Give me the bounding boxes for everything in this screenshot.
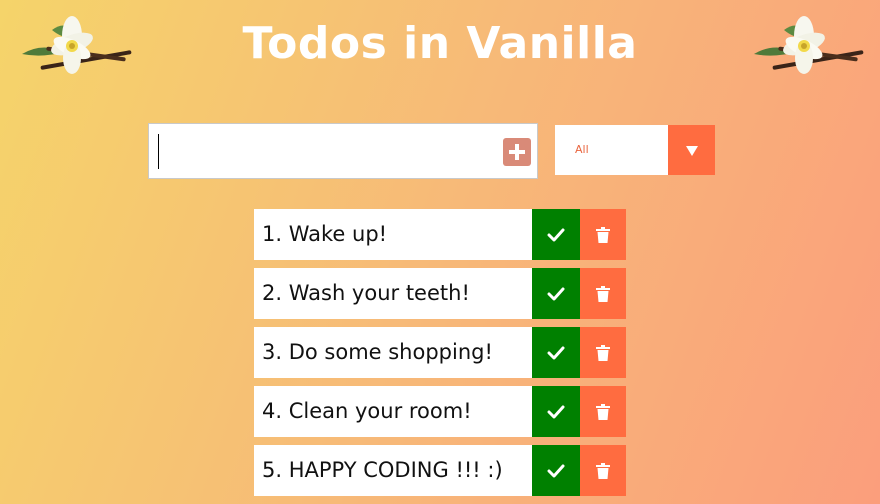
todo-text: 4. Clean your room! [254, 386, 532, 437]
text-cursor [158, 134, 159, 169]
todo-item: 3. Do some shopping! [254, 327, 626, 378]
todo-text: 3. Do some shopping! [254, 327, 532, 378]
page-title: Todos in Vanilla [242, 18, 638, 69]
todo-text: 1. Wake up! [254, 209, 532, 260]
complete-button[interactable] [532, 327, 580, 378]
todo-text: 2. Wash your teeth! [254, 268, 532, 319]
check-icon [547, 287, 565, 300]
filter-select[interactable]: All [555, 125, 715, 175]
filter-dropdown-toggle[interactable] [668, 125, 715, 175]
trash-icon [596, 285, 610, 302]
check-icon [547, 228, 565, 241]
complete-button[interactable] [532, 386, 580, 437]
todo-item: 4. Clean your room! [254, 386, 626, 437]
delete-button[interactable] [580, 386, 626, 437]
add-todo-button[interactable] [503, 138, 531, 166]
check-icon [547, 346, 565, 359]
complete-button[interactable] [532, 209, 580, 260]
delete-button[interactable] [580, 268, 626, 319]
check-icon [547, 405, 565, 418]
filter-selected-value: All [575, 143, 589, 156]
complete-button[interactable] [532, 445, 580, 496]
todo-item: 5. HAPPY CODING !!! :) [254, 445, 626, 496]
todo-item: 2. Wash your teeth! [254, 268, 626, 319]
caret-down-icon [685, 146, 698, 156]
delete-button[interactable] [580, 445, 626, 496]
trash-icon [596, 344, 610, 361]
trash-icon [596, 226, 610, 243]
delete-button[interactable] [580, 327, 626, 378]
todo-list: 1. Wake up! 2. Wash your teeth! 3. Do so… [254, 209, 626, 504]
check-icon [547, 464, 565, 477]
todo-input-container [148, 123, 538, 179]
todo-text: 5. HAPPY CODING !!! :) [254, 445, 532, 496]
plus-square-icon [509, 144, 525, 160]
todo-input[interactable] [155, 130, 499, 174]
trash-icon [596, 403, 610, 420]
complete-button[interactable] [532, 268, 580, 319]
delete-button[interactable] [580, 209, 626, 260]
trash-icon [596, 462, 610, 479]
todo-item: 1. Wake up! [254, 209, 626, 260]
